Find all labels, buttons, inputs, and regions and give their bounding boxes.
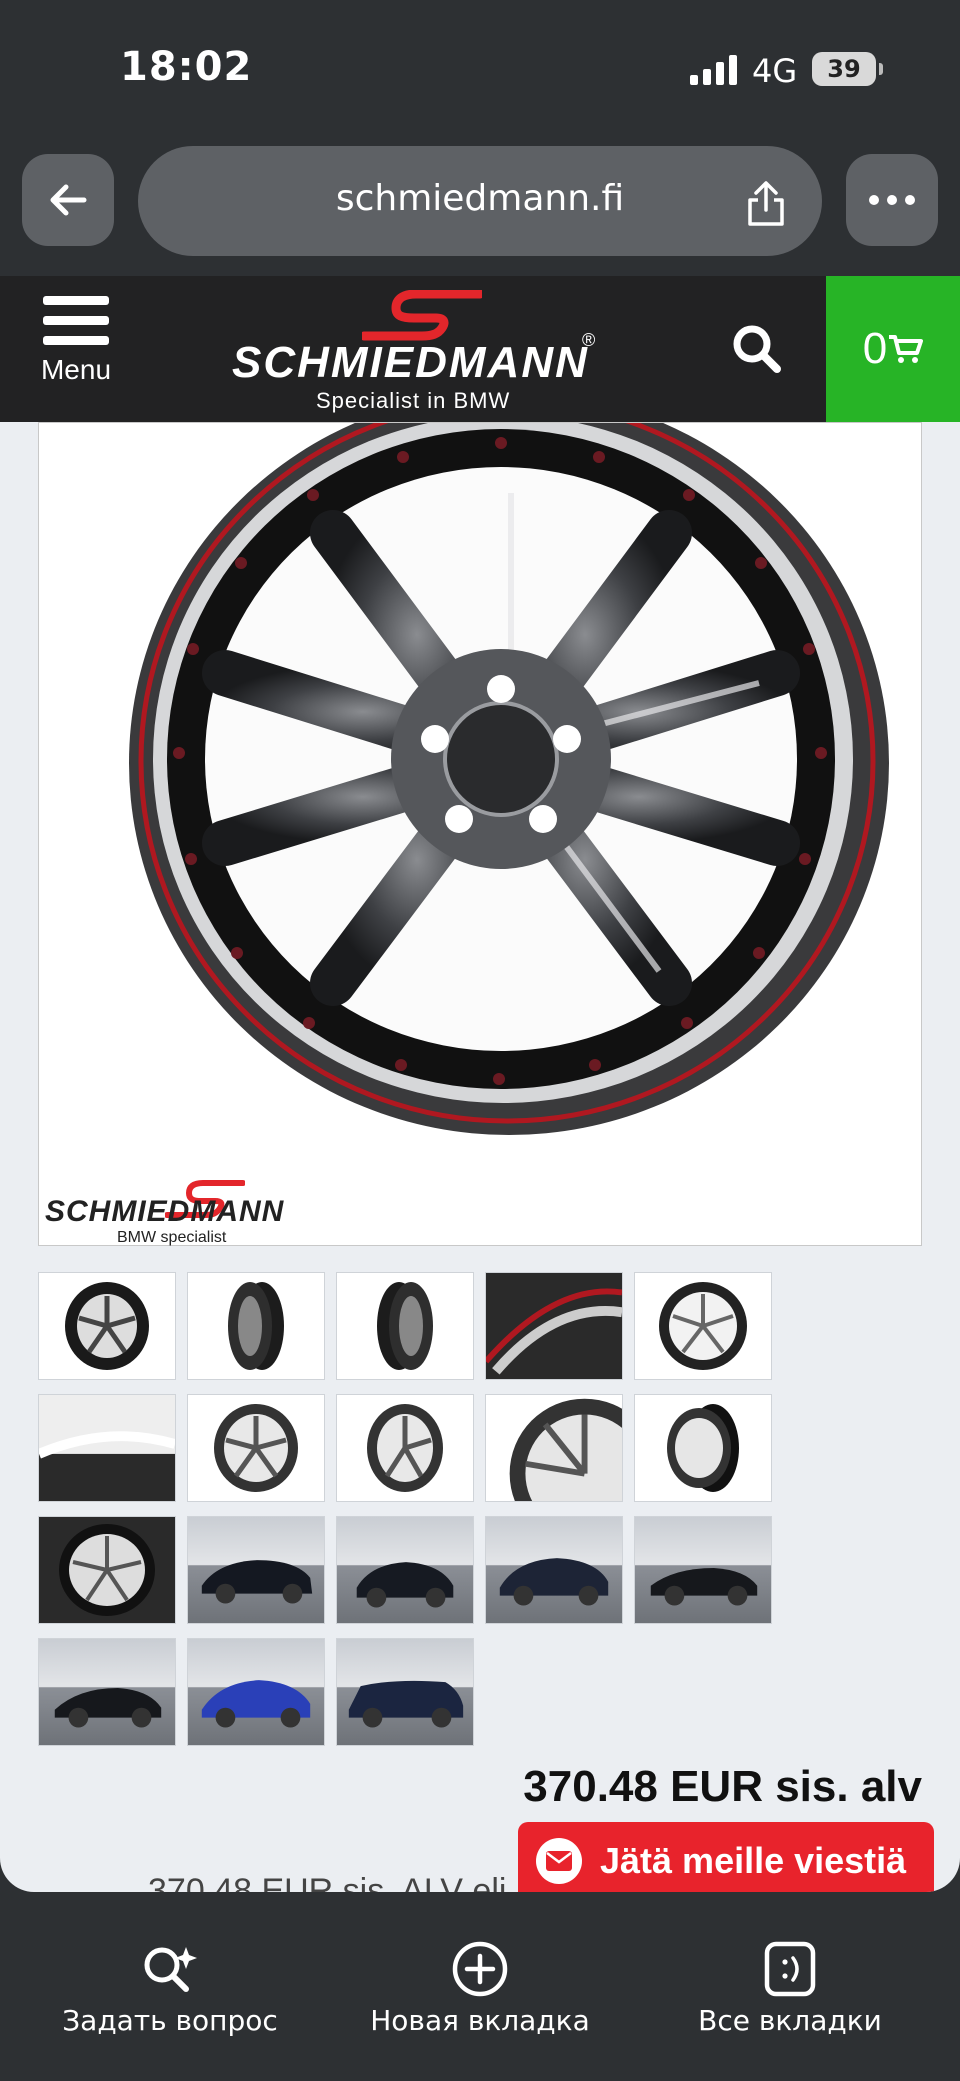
watermark: SCHMIEDMANN BMW specialist [45,1180,325,1247]
thumbnail[interactable] [38,1272,176,1380]
thumbnail[interactable] [38,1516,176,1624]
car-thumb [356,1562,454,1608]
price-note: 370.48 EUR sis. ALV eli ali [148,1872,550,1892]
thumbnail[interactable] [38,1638,176,1746]
hamburger-icon [30,296,122,345]
contact-us-label: Jätä meille viestiä [600,1840,907,1881]
cart-icon [889,335,924,363]
thumbnail[interactable] [485,1394,623,1502]
thumbnail[interactable] [38,1394,176,1502]
menu-label: Menu [40,354,112,385]
plus-circle-icon [452,1941,508,1997]
contact-us-button[interactable]: Jätä meille viestiä [518,1822,934,1892]
car-thumb [201,1560,313,1604]
watermark-wordmark: SCHMIEDMANN [45,1195,285,1228]
wheel-thumb [667,1404,739,1492]
wheel-thumb [377,1282,433,1370]
wheel-thumb [367,1404,443,1492]
battery-icon: 39 [812,52,883,86]
thumbnail-gallery [38,1272,798,1746]
thumbnail[interactable] [336,1394,474,1502]
cart-button[interactable]: 0 [826,276,960,422]
ask-question-label: Задать вопрос [62,2004,278,2037]
product-price: 370.48 EUR sis. alv [523,1762,922,1811]
address-bar[interactable]: schmiedmann.fi [138,146,822,256]
thumbnail[interactable] [336,1272,474,1380]
thumbnail[interactable] [336,1516,474,1624]
back-button[interactable] [22,154,114,246]
ask-question-button[interactable]: Задать вопрос [58,1934,282,2037]
tabs-icon [764,1941,816,1997]
wheel-thumb [509,1398,622,1501]
registered-mark: ® [582,330,596,350]
new-tab-label: Новая вкладка [370,2004,590,2037]
signal-icon [690,55,737,85]
thumbnail[interactable] [187,1272,325,1380]
thumbnail[interactable] [187,1638,325,1746]
wheel-thumb [659,1282,747,1370]
search-button[interactable] [730,322,784,381]
wheel-thumb [214,1404,298,1492]
all-tabs-label: Все вкладки [698,2004,882,2037]
share-icon[interactable] [744,180,788,228]
logo-tagline: Specialist in BMW [316,388,511,413]
car-thumb [348,1680,464,1728]
wheel-thumb [65,1282,149,1370]
page-content: SCHMIEDMANN BMW specialist 370.48 EUR si… [0,422,960,1892]
schmiedmann-logo[interactable]: SCHMIEDMANN ® Specialist in BMW [232,290,602,413]
car-thumb [650,1568,758,1606]
search-icon [733,325,781,373]
site-header: Menu SCHMIEDMANN ® Specialist in BMW 0 [0,276,960,422]
thumbnail[interactable] [485,1272,623,1380]
all-tabs-button[interactable]: Все вкладки [690,1934,890,2037]
wheel-detail-thumb [39,1395,175,1459]
new-tab-button[interactable]: Новая вкладка [370,1934,590,2037]
thumbnail[interactable] [634,1516,772,1624]
thumbnail[interactable] [634,1394,772,1502]
browser-toolbar: schmiedmann.fi [0,140,960,276]
thumbnail[interactable] [187,1394,325,1502]
car-thumb [54,1688,162,1728]
watermark-tagline: BMW specialist [117,1229,227,1246]
thumbnail[interactable] [187,1516,325,1624]
arrow-left-icon [50,184,87,216]
browser-bottom-bar: Задать вопрос Новая вкладка Все вкладки [0,1892,960,2081]
car-thumb [499,1558,609,1606]
search-sparkle-icon [144,1947,197,1992]
cart-count: 0 [862,324,888,373]
status-time: 18:02 [120,44,253,90]
more-button[interactable] [846,154,938,246]
status-bar: 18:02 4G 39 [0,0,960,140]
wheel-thumb [59,1524,155,1616]
ellipsis-icon [869,195,915,205]
network-type: 4G [752,52,798,90]
mail-icon [536,1838,582,1884]
thumbnail[interactable] [485,1516,623,1624]
menu-button[interactable]: Menu [30,296,122,386]
product-main-image[interactable]: SCHMIEDMANN BMW specialist [38,422,922,1246]
logo-wordmark: SCHMIEDMANN [232,338,589,387]
wheel-thumb [228,1282,284,1370]
wheel-detail-thumb [486,1288,622,1375]
url-text: schmiedmann.fi [335,178,625,219]
car-thumb [201,1680,311,1728]
thumbnail[interactable] [336,1638,474,1746]
wheel-image [129,422,889,1135]
thumbnail[interactable] [634,1272,772,1380]
